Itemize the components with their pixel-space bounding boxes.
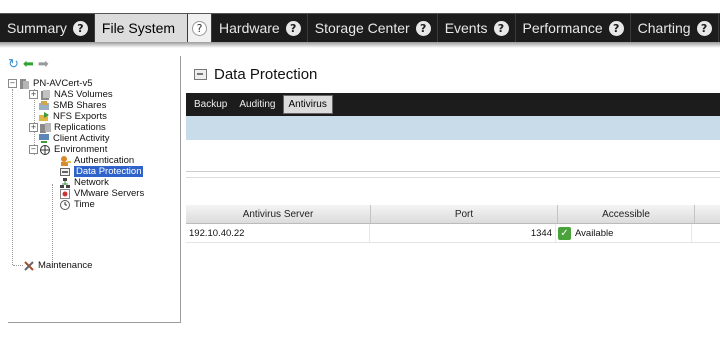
data-protection-icon: [194, 69, 207, 80]
page-title-text: Data Protection: [214, 66, 318, 83]
expand-icon[interactable]: +: [29, 123, 38, 132]
status-text: Available: [575, 227, 614, 239]
tab-label: File System: [101, 20, 176, 36]
export-icon: [39, 111, 50, 122]
volume-icon: [40, 89, 51, 100]
forward-arrow-icon[interactable]: ➡: [38, 57, 49, 71]
help-icon[interactable]: ?: [493, 20, 509, 36]
help-icon[interactable]: ?: [72, 20, 88, 36]
tree-item-environment[interactable]: − Environment: [29, 144, 107, 155]
tab-label: Hardware: [219, 20, 280, 36]
antivirus-servers-table: Antivirus Server Port Accessible 192.10.…: [186, 205, 720, 243]
data-protection-icon: [60, 167, 71, 177]
tab-charting[interactable]: Charting ?: [631, 14, 719, 42]
cell-server: 192.10.40.22: [186, 224, 370, 242]
tab-summary[interactable]: Summary ?: [0, 14, 95, 42]
table-row[interactable]: 192.10.40.22 1344 ✓ Available: [186, 224, 720, 243]
tab-backup[interactable]: Backup: [189, 96, 232, 113]
expand-icon[interactable]: +: [29, 90, 38, 99]
tree-item-vmware-servers[interactable]: VMware Servers: [60, 188, 144, 199]
top-navigation: Summary ? File System ? Hardware ? Stora…: [0, 0, 720, 50]
tree-item-label: Environment: [54, 144, 108, 155]
tab-label: Summary: [7, 20, 67, 36]
tab-file-system[interactable]: File System: [94, 14, 189, 42]
tree-item-label: VMware Servers: [74, 188, 145, 199]
tree-item-data-protection[interactable]: Data Protection: [60, 166, 144, 177]
tree-item-label: Client Activity: [53, 133, 110, 144]
tree-item-cluster-root[interactable]: − PN-AVCert-v5: [8, 78, 92, 89]
tab-file-system-help[interactable]: ?: [188, 14, 213, 42]
divider: [186, 177, 720, 178]
collapse-icon[interactable]: −: [8, 79, 17, 88]
tree-toolbar: ↻ ⬅ ➡: [8, 56, 49, 72]
tree-item-label: Replications: [54, 122, 106, 133]
cluster-icon: [19, 78, 30, 89]
help-icon[interactable]: ?: [285, 20, 301, 36]
tree-item-nfs-exports[interactable]: NFS Exports: [39, 111, 107, 122]
tree-item-time[interactable]: Time: [60, 199, 95, 210]
tab-auditing[interactable]: Auditing: [234, 96, 280, 113]
help-icon[interactable]: ?: [192, 20, 208, 36]
globe-icon: [40, 144, 51, 155]
tree-item-client-activity[interactable]: Client Activity: [39, 133, 110, 144]
tree-item-nas-volumes[interactable]: + NAS Volumes: [29, 89, 113, 100]
divider: [186, 171, 720, 172]
help-icon[interactable]: ?: [415, 20, 431, 36]
tree-item-label: Maintenance: [38, 260, 93, 271]
refresh-icon[interactable]: ↻: [8, 57, 19, 71]
tab-label: Storage Center: [314, 20, 410, 36]
page-title: Data Protection: [194, 66, 317, 83]
tree-item-label: Data Protection: [74, 166, 144, 177]
network-icon: [60, 177, 71, 188]
tab-label: Charting: [637, 20, 691, 36]
help-icon[interactable]: ?: [608, 20, 624, 36]
tree-item-label: Authentication: [74, 155, 135, 166]
tab-label: Events: [444, 20, 488, 36]
tree-item-label: NAS Volumes: [54, 89, 113, 100]
table-header: Antivirus Server Port Accessible: [186, 205, 720, 224]
tree-item-label: Network: [74, 177, 109, 188]
tree-item-replications[interactable]: + Replications: [29, 122, 106, 133]
info-bar: [186, 116, 720, 140]
tree-item-label: SMB Shares: [53, 100, 107, 111]
navigation-tree-panel: ↻ ⬅ ➡ − PN-AVCert-v5 + NAS Volumes SMB S…: [8, 56, 181, 323]
tab-hardware[interactable]: Hardware ?: [212, 14, 308, 42]
vmware-server-icon: [60, 188, 71, 199]
main-content: Data Protection Backup Auditing Antiviru…: [186, 56, 720, 347]
tab-label: Performance: [522, 20, 603, 36]
tree-item-maintenance[interactable]: Maintenance: [24, 260, 92, 271]
tree-item-label: PN-AVCert-v5: [33, 78, 93, 89]
column-header-accessible[interactable]: Accessible: [558, 205, 695, 223]
collapse-icon[interactable]: −: [29, 145, 38, 154]
tab-storage-center[interactable]: Storage Center ?: [308, 14, 438, 42]
share-icon: [39, 100, 50, 111]
user-key-icon: [60, 155, 71, 166]
cell-port: 1344: [370, 224, 556, 242]
tree-item-label: NFS Exports: [53, 111, 107, 122]
column-header-port[interactable]: Port: [371, 205, 558, 223]
tab-events[interactable]: Events ?: [438, 14, 516, 42]
sub-tab-bar: Backup Auditing Antivirus: [186, 93, 720, 116]
tree-item-authentication[interactable]: Authentication: [60, 155, 134, 166]
tab-antivirus[interactable]: Antivirus: [282, 95, 333, 114]
back-arrow-icon[interactable]: ⬅: [23, 57, 34, 71]
cell-accessible: ✓ Available: [556, 224, 692, 242]
tree-item-network[interactable]: Network: [60, 177, 109, 188]
tab-performance[interactable]: Performance ?: [516, 14, 631, 42]
client-activity-icon: [39, 133, 50, 144]
toolbar-shadow: [0, 42, 720, 48]
replication-icon: [40, 122, 51, 133]
clock-icon: [60, 199, 71, 210]
tree-item-smb-shares[interactable]: SMB Shares: [39, 100, 106, 111]
top-tab-strip: Summary ? File System ? Hardware ? Stora…: [0, 13, 720, 43]
column-header-server[interactable]: Antivirus Server: [186, 205, 371, 223]
tools-icon: [24, 260, 35, 271]
check-icon: ✓: [558, 226, 571, 240]
tree-item-label: Time: [74, 199, 95, 210]
help-icon[interactable]: ?: [696, 20, 712, 36]
